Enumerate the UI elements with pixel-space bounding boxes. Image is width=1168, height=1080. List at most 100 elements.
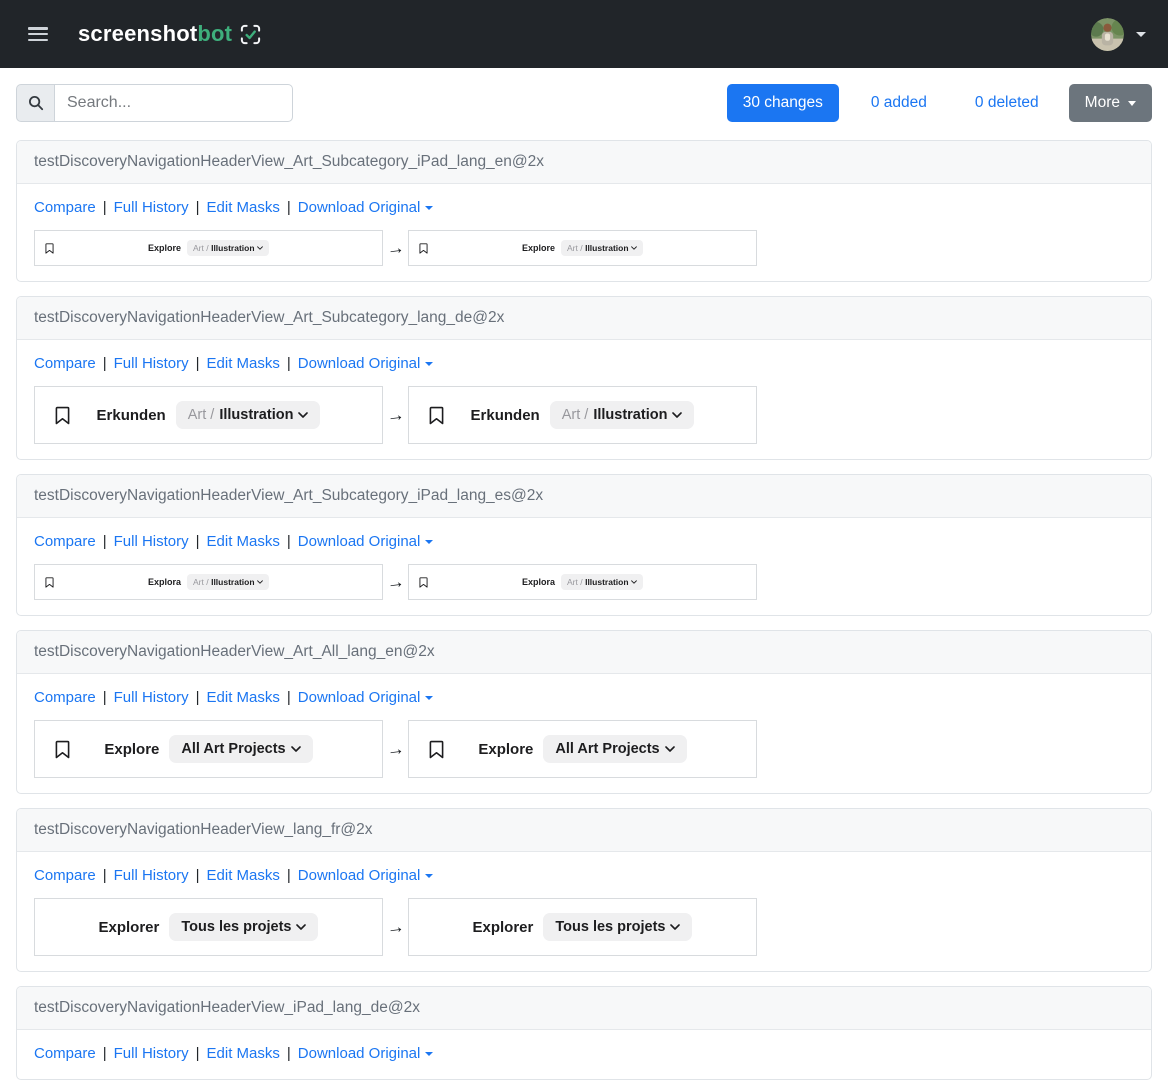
arrow-right-icon: → bbox=[382, 236, 410, 260]
search-icon bbox=[16, 84, 54, 122]
nav-header-content: Explore All Art Projects bbox=[104, 735, 312, 763]
category-pill: Art / Illustration bbox=[561, 574, 643, 590]
category-pill: Art / Illustration bbox=[561, 240, 643, 256]
comparison-row: Explore Art / Illustration → Explore Art… bbox=[34, 230, 1134, 266]
explore-label: Erkunden bbox=[97, 407, 166, 424]
screenshot-thumbnail-before[interactable]: Explore Art / Illustration bbox=[34, 230, 383, 266]
category-pill: Tous les projets bbox=[169, 913, 318, 941]
viewfinder-check-icon bbox=[239, 23, 262, 46]
full-history-link[interactable]: Full History bbox=[114, 355, 189, 372]
screenshot-title: testDiscoveryNavigationHeaderView_Art_Su… bbox=[17, 475, 1151, 518]
explore-label: Explorer bbox=[99, 919, 160, 936]
download-original-link[interactable]: Download Original bbox=[298, 867, 434, 884]
nav-header-content: Explora Art / Illustration bbox=[522, 574, 643, 590]
deleted-tab-link[interactable]: 0 deleted bbox=[959, 85, 1055, 121]
link-separator: | bbox=[196, 533, 200, 550]
compare-link[interactable]: Compare bbox=[34, 1045, 96, 1062]
compare-link[interactable]: Compare bbox=[34, 533, 96, 550]
change-card-body: Compare|Full History|Edit Masks|Download… bbox=[17, 1030, 1151, 1079]
user-avatar[interactable] bbox=[1091, 18, 1124, 51]
link-separator: | bbox=[103, 867, 107, 884]
compare-link[interactable]: Compare bbox=[34, 689, 96, 706]
action-links: Compare|Full History|Edit Masks|Download… bbox=[34, 353, 1134, 374]
nav-header-content: Explora Art / Illustration bbox=[148, 574, 269, 590]
explore-label: Explora bbox=[522, 577, 555, 587]
chevron-down-icon bbox=[670, 924, 680, 930]
hamburger-menu-icon[interactable] bbox=[28, 27, 48, 41]
bookmark-icon bbox=[55, 406, 70, 425]
full-history-link[interactable]: Full History bbox=[114, 867, 189, 884]
category-pill: Art / Illustration bbox=[187, 574, 269, 590]
download-caret-icon bbox=[425, 206, 433, 210]
edit-masks-link[interactable]: Edit Masks bbox=[207, 689, 280, 706]
screenshot-title: testDiscoveryNavigationHeaderView_Art_Su… bbox=[17, 141, 1151, 184]
edit-masks-link[interactable]: Edit Masks bbox=[207, 1045, 280, 1062]
explore-label: Explorer bbox=[473, 919, 534, 936]
explore-label: Explora bbox=[148, 577, 181, 587]
chevron-down-icon bbox=[631, 580, 637, 584]
edit-masks-link[interactable]: Edit Masks bbox=[207, 355, 280, 372]
link-separator: | bbox=[196, 355, 200, 372]
bookmark-icon bbox=[429, 406, 444, 425]
edit-masks-link[interactable]: Edit Masks bbox=[207, 199, 280, 216]
account-dropdown-caret-icon[interactable] bbox=[1136, 32, 1146, 37]
screenshot-thumbnail-after[interactable]: Explore All Art Projects bbox=[408, 720, 757, 778]
chevron-down-icon bbox=[296, 924, 306, 930]
screenshot-thumbnail-after[interactable]: Explora Art / Illustration bbox=[408, 564, 757, 600]
arrow-right-icon: → bbox=[382, 403, 410, 427]
brand-logo[interactable]: screenshotbot bbox=[78, 21, 262, 47]
search-input[interactable] bbox=[54, 84, 293, 122]
changes-tab-button[interactable]: 30 changes bbox=[727, 84, 839, 121]
edit-masks-link[interactable]: Edit Masks bbox=[207, 867, 280, 884]
nav-header-content: Explorer Tous les projets bbox=[99, 913, 319, 941]
download-original-link[interactable]: Download Original bbox=[298, 1045, 434, 1062]
link-separator: | bbox=[196, 689, 200, 706]
screenshot-thumbnail-after[interactable]: Explore Art / Illustration bbox=[408, 230, 757, 266]
comparison-row: Explorer Tous les projets → Explorer Tou… bbox=[34, 898, 1134, 956]
full-history-link[interactable]: Full History bbox=[114, 1045, 189, 1062]
screenshot-thumbnail-before[interactable]: Explora Art / Illustration bbox=[34, 564, 383, 600]
arrow-right-icon: → bbox=[382, 570, 410, 594]
action-links: Compare|Full History|Edit Masks|Download… bbox=[34, 1043, 1134, 1064]
edit-masks-link[interactable]: Edit Masks bbox=[207, 533, 280, 550]
action-links: Compare|Full History|Edit Masks|Download… bbox=[34, 865, 1134, 886]
chevron-down-icon bbox=[672, 412, 682, 418]
compare-link[interactable]: Compare bbox=[34, 199, 96, 216]
download-original-link[interactable]: Download Original bbox=[298, 355, 434, 372]
screenshot-thumbnail-after[interactable]: Explorer Tous les projets bbox=[408, 898, 757, 956]
full-history-link[interactable]: Full History bbox=[114, 199, 189, 216]
full-history-link[interactable]: Full History bbox=[114, 689, 189, 706]
compare-link[interactable]: Compare bbox=[34, 867, 96, 884]
added-tab-link[interactable]: 0 added bbox=[855, 85, 943, 121]
category-pill: Art / Illustration bbox=[187, 240, 269, 256]
search-group bbox=[16, 84, 293, 122]
download-original-link[interactable]: Download Original bbox=[298, 199, 434, 216]
full-history-link[interactable]: Full History bbox=[114, 533, 189, 550]
change-card-body: Compare|Full History|Edit Masks|Download… bbox=[17, 340, 1151, 459]
compare-link[interactable]: Compare bbox=[34, 355, 96, 372]
change-list: testDiscoveryNavigationHeaderView_Art_Su… bbox=[16, 140, 1152, 1080]
screenshot-thumbnail-after[interactable]: Erkunden Art / Illustration bbox=[408, 386, 757, 444]
more-button[interactable]: More bbox=[1069, 84, 1152, 121]
chevron-down-icon bbox=[257, 246, 263, 250]
chevron-down-icon bbox=[298, 412, 308, 418]
top-navbar: screenshotbot bbox=[0, 0, 1168, 68]
download-caret-icon bbox=[425, 1052, 433, 1056]
nav-header-content: Explore Art / Illustration bbox=[148, 240, 269, 256]
screenshot-thumbnail-before[interactable]: Explorer Tous les projets bbox=[34, 898, 383, 956]
category-pill: All Art Projects bbox=[169, 735, 312, 763]
download-original-link[interactable]: Download Original bbox=[298, 689, 434, 706]
bookmark-icon bbox=[419, 243, 428, 254]
explore-label: Explore bbox=[478, 741, 533, 758]
screenshot-thumbnail-before[interactable]: Explore All Art Projects bbox=[34, 720, 383, 778]
action-links: Compare|Full History|Edit Masks|Download… bbox=[34, 531, 1134, 552]
category-pill: Art / Illustration bbox=[550, 401, 695, 429]
bookmark-icon bbox=[429, 740, 444, 759]
comparison-row: Erkunden Art / Illustration → Erkunden A… bbox=[34, 386, 1134, 444]
nav-header-content: Erkunden Art / Illustration bbox=[97, 401, 321, 429]
explore-label: Explore bbox=[104, 741, 159, 758]
change-card: testDiscoveryNavigationHeaderView_iPad_l… bbox=[16, 986, 1152, 1080]
download-original-link[interactable]: Download Original bbox=[298, 533, 434, 550]
screenshot-thumbnail-before[interactable]: Erkunden Art / Illustration bbox=[34, 386, 383, 444]
link-separator: | bbox=[287, 689, 291, 706]
